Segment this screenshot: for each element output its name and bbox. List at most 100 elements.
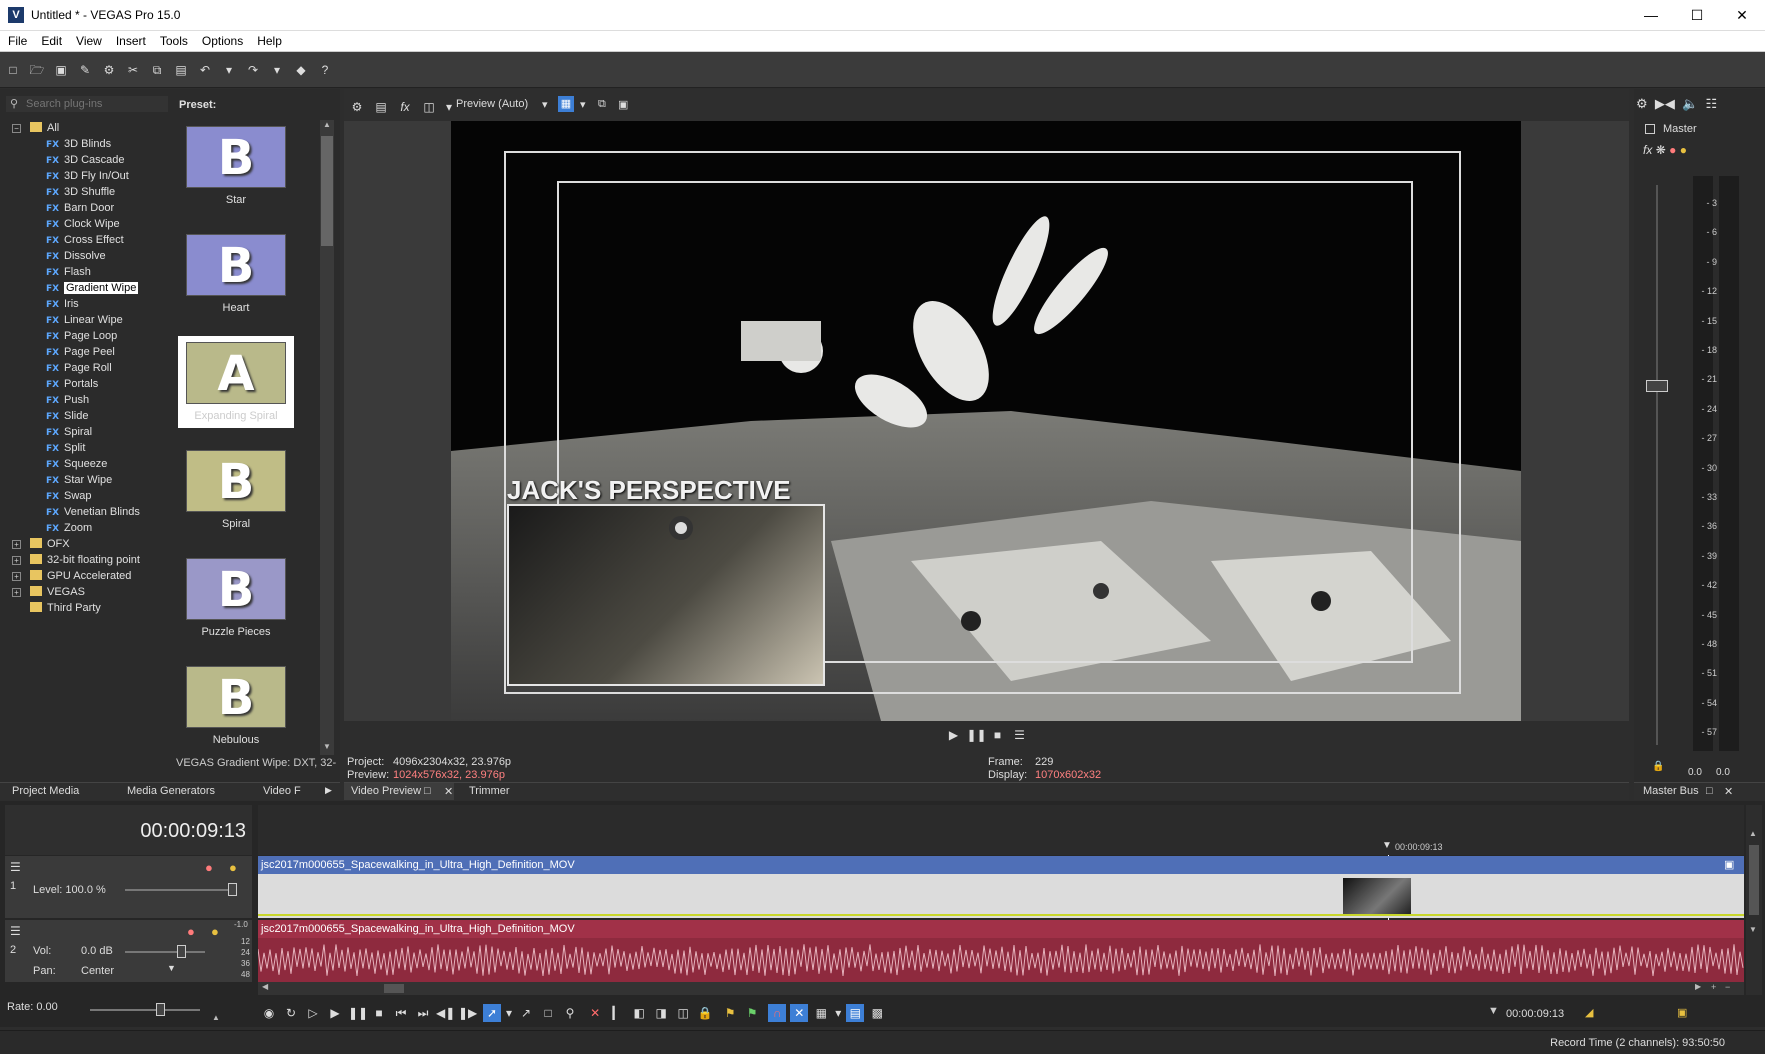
- menu-options[interactable]: Options: [194, 31, 249, 48]
- plugin-item[interactable]: FX 3D Cascade: [46, 152, 125, 168]
- overlays-grid-icon[interactable]: ▦: [558, 96, 574, 112]
- lock-envelopes-icon[interactable]: ▤: [846, 1004, 865, 1022]
- tree-root[interactable]: − All: [12, 120, 59, 136]
- vscroll-thumb[interactable]: [1749, 845, 1759, 915]
- tab-scroll-right-icon[interactable]: ▶: [325, 785, 332, 796]
- close-window-button[interactable]: ✕: [1719, 0, 1765, 31]
- zoom-tool-icon[interactable]: ⚲: [561, 1004, 579, 1022]
- close-tab-icon[interactable]: ✕: [444, 785, 453, 798]
- preset-item[interactable]: B Nebulous: [178, 666, 294, 746]
- loop-icon[interactable]: ↻: [282, 1004, 300, 1022]
- plugin-item[interactable]: FX Star Wipe: [46, 472, 112, 488]
- lock-icon[interactable]: 🔒: [696, 1004, 714, 1022]
- ignore-grouping-icon[interactable]: ▩: [868, 1004, 886, 1022]
- quality-dropdown-icon[interactable]: ▾: [542, 98, 548, 111]
- plugin-item[interactable]: FX Gradient Wipe: [46, 280, 139, 296]
- tab-video-preview[interactable]: Video Preview: [351, 785, 421, 797]
- go-to-end-icon[interactable]: ⏭: [414, 1004, 432, 1022]
- pause-icon[interactable]: ❚❚: [348, 1004, 368, 1022]
- gear-icon[interactable]: ⚙: [101, 62, 117, 78]
- rate-reset-icon[interactable]: ▲: [212, 1013, 220, 1022]
- cut-icon[interactable]: ✂: [125, 62, 141, 78]
- rate-slider[interactable]: [90, 1009, 200, 1011]
- level-slider-handle[interactable]: [228, 883, 237, 896]
- stop-icon[interactable]: ■: [370, 1004, 388, 1022]
- plugin-item[interactable]: FX Portals: [46, 376, 98, 392]
- zoom-out-icon[interactable]: −: [1725, 982, 1730, 992]
- vscroll-up-icon[interactable]: ▲: [1749, 829, 1757, 838]
- audio-track-menu-icon[interactable]: ☰: [10, 924, 21, 938]
- menu-edit[interactable]: Edit: [33, 31, 68, 48]
- mixer-icon[interactable]: ☷: [1706, 96, 1718, 111]
- menu-tools[interactable]: Tools: [152, 31, 194, 48]
- audio-track-lane[interactable]: jsc2017m000655_Spacewalking_in_Ultra_Hig…: [258, 920, 1744, 982]
- menu-insert[interactable]: Insert: [108, 31, 152, 48]
- next-frame-icon[interactable]: ❚▶: [458, 1004, 477, 1022]
- zoom-in-icon[interactable]: +: [1711, 982, 1716, 992]
- paste-icon[interactable]: ▤: [173, 62, 189, 78]
- split-screen-icon[interactable]: ◫: [421, 99, 437, 115]
- menu-view[interactable]: View: [68, 31, 108, 48]
- plugin-item[interactable]: FX Barn Door: [46, 200, 114, 216]
- hscroll-left-icon[interactable]: ◀: [262, 982, 268, 991]
- selection-tool-icon[interactable]: □: [539, 1004, 557, 1022]
- plugin-item[interactable]: FX Swap: [46, 488, 92, 504]
- scroll-up-icon[interactable]: ▲: [323, 120, 331, 129]
- save-snapshot-icon[interactable]: ▣: [618, 98, 628, 111]
- undock-icon[interactable]: □: [424, 785, 431, 797]
- minimize-button[interactable]: —: [1628, 0, 1674, 31]
- plugin-item[interactable]: FX Dissolve: [46, 248, 106, 264]
- save-icon[interactable]: ▣: [53, 62, 69, 78]
- close-master-icon[interactable]: ✕: [1724, 785, 1733, 798]
- undock-master-icon[interactable]: □: [1706, 785, 1713, 797]
- tab-trimmer[interactable]: Trimmer: [469, 785, 510, 797]
- preview-device-icon[interactable]: ▤: [373, 99, 389, 115]
- audio-solo-icon[interactable]: ●: [211, 924, 219, 939]
- open-folder-icon[interactable]: 🗁: [29, 62, 45, 78]
- video-fx-icon[interactable]: fx: [397, 99, 413, 115]
- master-fader-handle[interactable]: [1646, 380, 1668, 392]
- downmix-icon[interactable]: ▶◀: [1655, 96, 1675, 111]
- plugin-item[interactable]: FX Venetian Blinds: [46, 504, 140, 520]
- tab-video-fx[interactable]: Video F: [263, 785, 301, 797]
- timeline-vscroll[interactable]: ▲ ▼: [1746, 805, 1762, 995]
- track-menu-icon[interactable]: ☰: [10, 860, 21, 874]
- play-from-start-icon[interactable]: ▷: [304, 1004, 322, 1022]
- redo-dropdown-icon[interactable]: ▾: [269, 62, 285, 78]
- mute-icon[interactable]: ●: [1669, 143, 1676, 157]
- preview-menu-icon[interactable]: ☰: [1011, 726, 1029, 744]
- plugin-folder[interactable]: + OFX: [12, 536, 70, 552]
- normal-edit-tool-icon[interactable]: ➚: [483, 1004, 502, 1022]
- preset-scrollbar[interactable]: ▲ ▼: [320, 120, 334, 755]
- preview-play-icon[interactable]: ▶: [945, 726, 963, 744]
- expand-icon[interactable]: +: [12, 572, 21, 581]
- pan-crop-icon[interactable]: ▣: [1724, 858, 1734, 871]
- split-dropdown-icon[interactable]: ▾: [445, 99, 453, 115]
- play-icon[interactable]: ▶: [326, 1004, 344, 1022]
- timeline-hscroll[interactable]: ◀ ▶ + −: [258, 982, 1744, 995]
- pan-slider-handle[interactable]: ▼: [167, 963, 176, 973]
- plugin-item[interactable]: FX Spiral: [46, 424, 92, 440]
- plugin-folder[interactable]: +32-bit floating point: [12, 552, 140, 568]
- menu-help[interactable]: Help: [249, 31, 288, 48]
- plugin-item[interactable]: FX Cross Effect: [46, 232, 124, 248]
- insert-region-icon[interactable]: ⚑: [743, 1004, 761, 1022]
- preset-item[interactable]: B Spiral: [178, 450, 294, 530]
- master-settings-icon[interactable]: ⚙: [1636, 96, 1648, 111]
- time-ruler[interactable]: [258, 805, 1744, 855]
- video-track-lane[interactable]: jsc2017m000655_Spacewalking_in_Ultra_Hig…: [258, 856, 1744, 918]
- auto-ripple-icon[interactable]: ▦: [812, 1004, 830, 1022]
- properties-icon[interactable]: ◆: [293, 62, 309, 78]
- expand-icon[interactable]: +: [12, 556, 21, 565]
- preview-stop-icon[interactable]: ■: [989, 726, 1007, 744]
- preset-item[interactable]: B Heart: [178, 234, 294, 314]
- length-icon[interactable]: ▣: [1677, 1006, 1687, 1019]
- plugin-item[interactable]: FX Linear Wipe: [46, 312, 123, 328]
- scroll-thumb[interactable]: [321, 136, 333, 246]
- tab-media-generators[interactable]: Media Generators: [127, 785, 215, 797]
- plugin-item[interactable]: FX Clock Wipe: [46, 216, 120, 232]
- expand-icon[interactable]: +: [12, 540, 21, 549]
- overlays-dropdown-icon[interactable]: ▾: [580, 98, 586, 111]
- search-input[interactable]: [26, 97, 166, 111]
- new-file-icon[interactable]: □: [5, 62, 21, 78]
